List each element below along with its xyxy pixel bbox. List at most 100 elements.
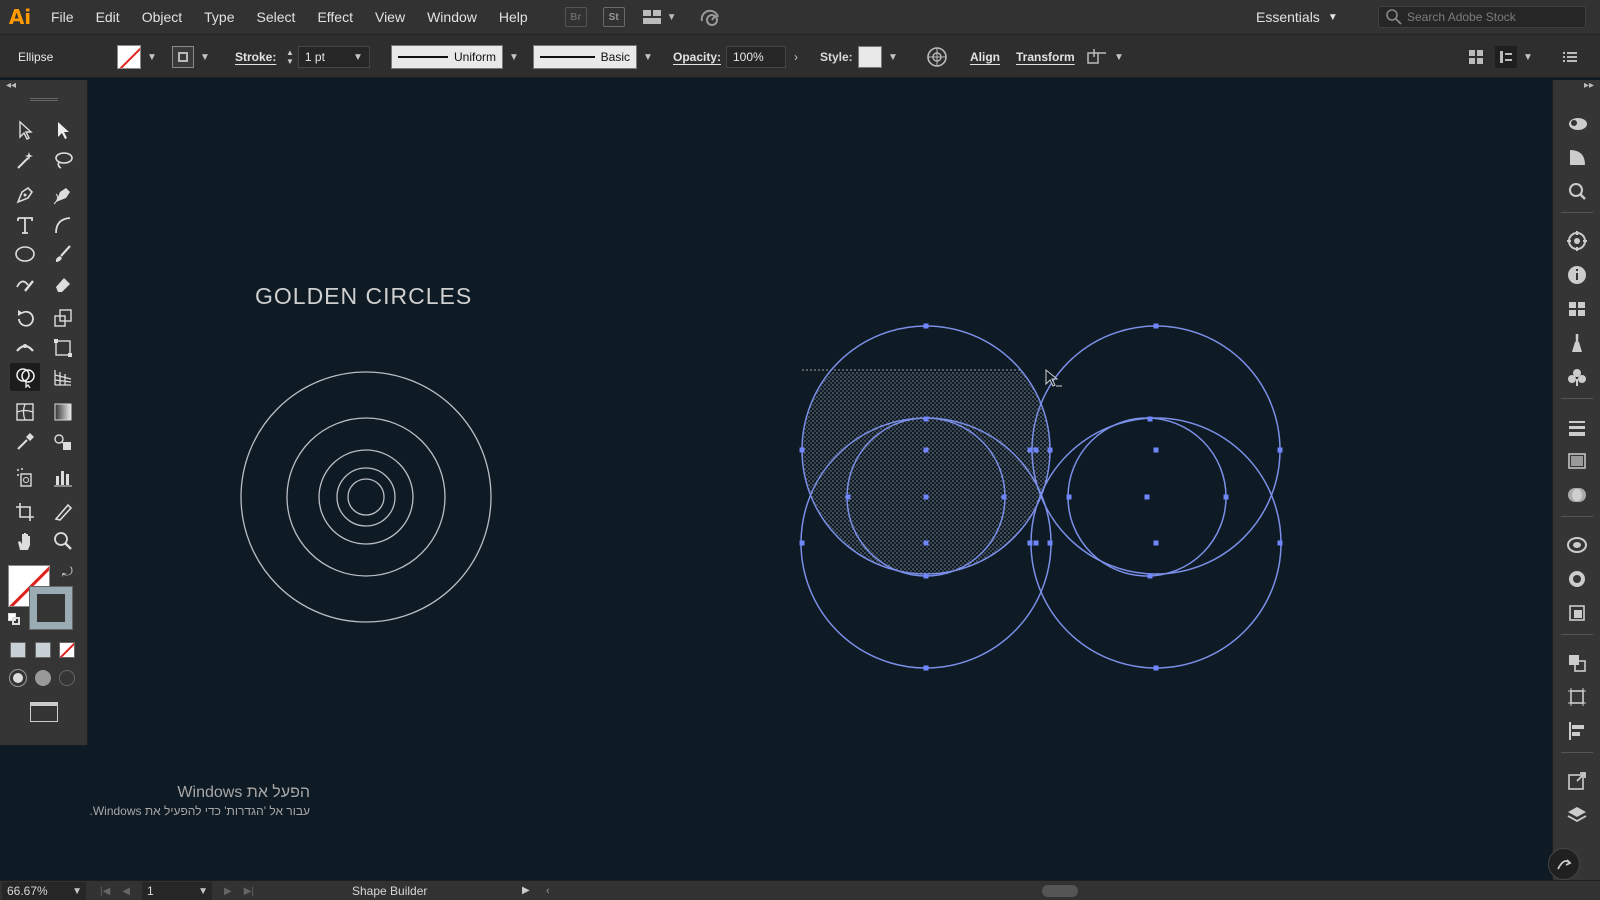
perspective-grid-tool-icon[interactable] [48,363,78,391]
horizontal-scrollbar-thumb[interactable] [1042,885,1078,897]
anchor-point[interactable] [1001,494,1007,500]
symbols-icon[interactable] [1564,364,1590,390]
concentric-circle-outer[interactable] [240,371,492,623]
mesh-tool-icon[interactable] [10,398,40,426]
draw-normal-icon[interactable] [9,669,27,687]
default-fill-stroke-icon[interactable] [8,613,20,625]
scale-tool-icon[interactable] [48,304,78,332]
concentric-circles[interactable] [240,371,492,623]
cloud-libraries-icon[interactable] [1564,110,1590,136]
anchor-point[interactable] [923,494,929,500]
gradient-tool-icon[interactable] [48,398,78,426]
first-artboard-icon[interactable]: |◀ [100,886,110,897]
asset-export-icon[interactable] [1564,600,1590,626]
anchor-point[interactable] [923,416,929,422]
last-artboard-icon[interactable]: ▶| [244,886,254,897]
anchor-point[interactable] [799,447,805,453]
zoom-tool-icon[interactable] [48,527,78,555]
anchor-point[interactable] [1033,447,1039,453]
hand-tool-icon[interactable] [10,527,40,555]
gradient-mode-button[interactable] [35,642,51,658]
properties-icon[interactable] [1564,144,1590,170]
artboard-number-dropdown[interactable]: 1 ▼ [142,882,212,900]
curvature-tool-icon[interactable] [48,181,78,209]
anchor-point[interactable] [1153,665,1159,671]
anchor-point[interactable] [923,540,929,546]
selection-tool-icon[interactable] [10,116,40,144]
anchor-point[interactable] [1277,540,1283,546]
next-artboard-icon[interactable]: ▶ [224,886,232,897]
brushes-icon[interactable] [1564,330,1590,356]
magic-wand-tool-icon[interactable] [10,146,40,174]
stroke-panel-icon[interactable] [1564,414,1590,440]
play-icon[interactable]: ▶ [522,881,530,900]
anchor-point[interactable] [1153,323,1159,329]
pen-tool-icon[interactable] [10,181,40,209]
info-icon[interactable] [1564,262,1590,288]
anchor-point[interactable] [845,494,851,500]
anchor-point[interactable] [1153,447,1159,453]
artwork-layer[interactable] [0,0,1600,900]
overlay-button[interactable] [1548,848,1580,880]
anchor-point[interactable] [799,540,805,546]
anchor-point[interactable] [1066,494,1072,500]
image-trace-icon[interactable] [1564,178,1590,204]
layers-icon[interactable] [1564,802,1590,828]
type-tool-icon[interactable] [10,211,40,239]
shaper-tool-icon[interactable] [10,270,40,298]
current-tool-status[interactable]: Shape Builder [352,881,427,900]
anchor-point[interactable] [1147,573,1153,579]
anchor-point[interactable] [1223,494,1229,500]
previous-artboard-icon[interactable]: ◀ [122,886,130,897]
anchor-point[interactable] [1277,447,1283,453]
eyedropper-tool-icon[interactable] [10,428,40,456]
chevron-down-icon[interactable]: ▼ [198,886,208,897]
anchor-point[interactable] [1027,540,1033,546]
zoom-level-dropdown[interactable]: 66.67% ▼ [2,882,86,900]
anchor-point[interactable] [923,665,929,671]
symbol-sprayer-tool-icon[interactable] [10,463,40,491]
align-panel-icon[interactable] [1564,718,1590,744]
anchor-point[interactable] [1033,540,1039,546]
anchor-point[interactable] [1047,447,1053,453]
anchor-point[interactable] [1147,416,1153,422]
gradient-panel-icon[interactable] [1564,448,1590,474]
anchor-point[interactable] [1144,494,1150,500]
shape-builder-tool-icon[interactable] [10,363,40,391]
transform-panel-icon[interactable] [1564,684,1590,710]
anchor-point[interactable] [923,447,929,453]
swap-fill-stroke-icon[interactable]: ⤾ [62,564,73,580]
transparency-icon[interactable] [1564,482,1590,508]
none-mode-button[interactable] [59,642,75,658]
draw-inside-icon[interactable] [59,670,75,686]
eraser-tool-icon[interactable] [48,270,78,298]
anchor-point[interactable] [1027,447,1033,453]
anchor-point[interactable] [1153,540,1159,546]
width-tool-icon[interactable] [10,334,40,362]
direct-selection-tool-icon[interactable] [48,116,78,144]
paintbrush-tool-icon[interactable] [48,240,78,268]
concentric-circle-3[interactable] [318,449,414,545]
color-mode-button[interactable] [10,642,26,658]
expand-panels-icon[interactable]: ▸▸ [1584,80,1594,91]
anchor-point[interactable] [923,323,929,329]
ellipse-tool-icon[interactable] [10,240,40,268]
appearance-icon[interactable] [1564,532,1590,558]
blend-tool-icon[interactable] [48,428,78,456]
chevron-down-icon[interactable]: ▼ [72,886,82,897]
graphic-styles-icon[interactable] [1564,566,1590,592]
lasso-tool-icon[interactable] [48,146,78,174]
panel-grip[interactable] [30,98,58,101]
export-icon[interactable] [1564,768,1590,794]
column-graph-tool-icon[interactable] [48,463,78,491]
artboard-tool-icon[interactable] [10,498,40,526]
draw-behind-icon[interactable] [35,670,51,686]
concentric-circle-inner[interactable] [347,478,385,516]
swatches-icon[interactable] [1564,296,1590,322]
pathfinder-icon[interactable] [1564,650,1590,676]
arc-tool-icon[interactable] [48,211,78,239]
color-guide-icon[interactable] [1564,228,1590,254]
anchor-point[interactable] [923,573,929,579]
concentric-circle-2[interactable] [286,417,446,577]
slice-tool-icon[interactable] [48,498,78,526]
